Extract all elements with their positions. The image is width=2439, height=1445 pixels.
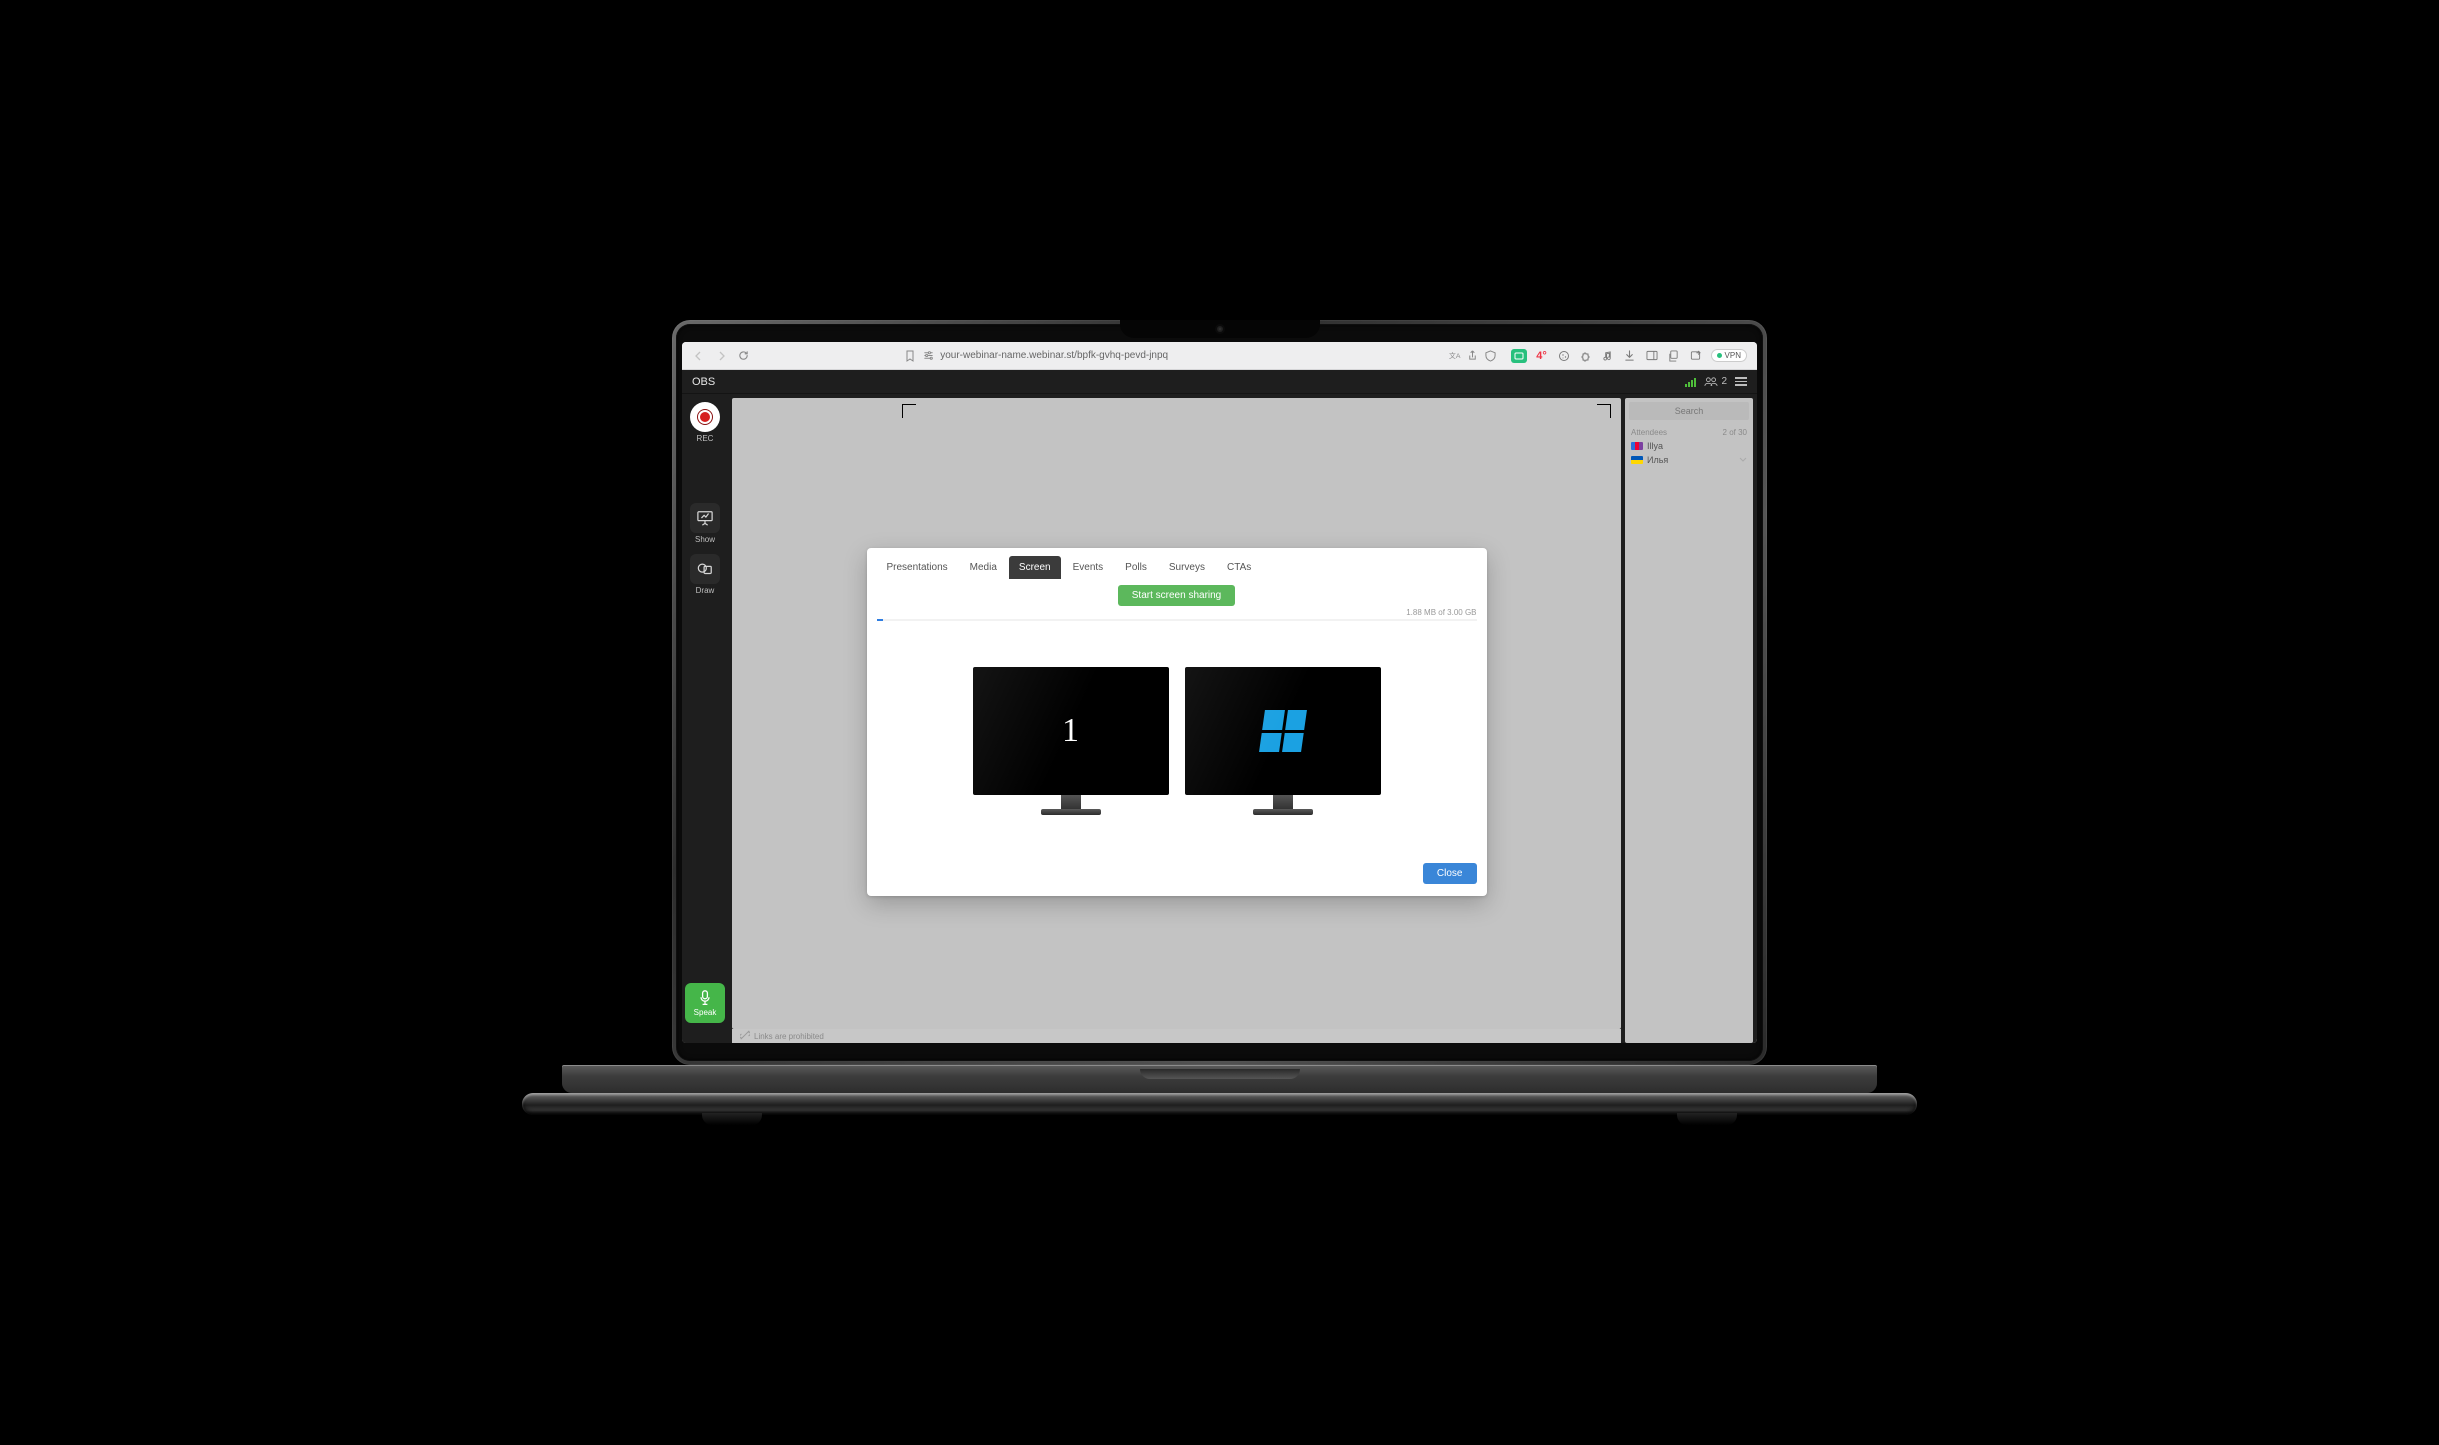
tab-polls[interactable]: Polls <box>1115 556 1157 579</box>
attendees-label: Attendees <box>1631 428 1667 437</box>
left-rail: REC Show <box>682 394 728 1043</box>
monitor-1-label: 1 <box>1062 712 1079 750</box>
app-header: OBS 2 <box>682 370 1757 394</box>
music-note-icon[interactable] <box>1601 349 1615 363</box>
laptop-hinge <box>562 1065 1877 1093</box>
attendee-name: Илья <box>1647 455 1668 465</box>
attendee-name: Illya <box>1647 441 1663 451</box>
laptop-frame: your-webinar-name.webinar.st/bpfk-gvhq-p… <box>672 320 1767 1125</box>
attendees-count: 2 of 30 <box>1723 428 1747 437</box>
modal-tabs: Presentations Media Screen Events Polls … <box>867 548 1487 579</box>
extension-green-icon[interactable] <box>1511 349 1527 363</box>
attendee-row[interactable]: Illya <box>1625 439 1753 453</box>
speak-button[interactable]: Speak <box>685 983 725 1023</box>
webinar-app: OBS 2 <box>682 370 1757 1043</box>
windows-logo-icon <box>1259 710 1307 752</box>
new-tab-icon[interactable] <box>1689 349 1703 363</box>
draw-button[interactable]: Draw <box>687 554 723 595</box>
webcam-icon <box>1217 326 1223 332</box>
menu-button[interactable] <box>1735 377 1747 386</box>
show-button[interactable]: Show <box>687 503 723 544</box>
app-title: OBS <box>692 376 715 388</box>
tab-presentations[interactable]: Presentations <box>877 556 958 579</box>
translate-icon[interactable]: 文A <box>1449 350 1461 362</box>
flag-icon <box>1631 456 1643 464</box>
shapes-icon <box>690 554 720 584</box>
nav-back-button[interactable] <box>692 351 706 361</box>
site-settings-icon[interactable] <box>922 350 934 362</box>
screen: your-webinar-name.webinar.st/bpfk-gvhq-p… <box>682 342 1757 1043</box>
record-dot-icon <box>700 412 710 422</box>
start-screen-sharing-button[interactable]: Start screen sharing <box>1118 585 1236 606</box>
storage-bar <box>877 619 1477 621</box>
browser-actions: 4° <box>1511 349 1747 363</box>
presentation-stage: Presentations Media Screen Events Polls … <box>732 398 1621 1029</box>
nav-forward-button[interactable] <box>714 351 728 361</box>
weather-badge[interactable]: 4° <box>1535 349 1549 363</box>
download-icon[interactable] <box>1623 349 1637 363</box>
reload-button[interactable] <box>736 350 750 361</box>
attendees-panel: Search Attendees 2 of 30 Illya <box>1625 398 1753 1043</box>
sidebar-toggle-icon[interactable] <box>1645 349 1659 363</box>
extension-cookie-icon[interactable] <box>1557 349 1571 363</box>
tab-ctas[interactable]: CTAs <box>1217 556 1261 579</box>
record-button[interactable]: REC <box>687 402 723 443</box>
shield-icon[interactable] <box>1485 350 1497 362</box>
address-bar[interactable]: your-webinar-name.webinar.st/bpfk-gvhq-p… <box>758 350 1503 362</box>
url-text: your-webinar-name.webinar.st/bpfk-gvhq-p… <box>940 350 1168 361</box>
attendee-row[interactable]: Илья <box>1625 453 1753 467</box>
crop-mark-icon <box>1597 404 1611 418</box>
copy-icon[interactable] <box>1667 349 1681 363</box>
crop-mark-icon <box>902 404 916 418</box>
monitor-option-2[interactable] <box>1185 667 1381 815</box>
attendee-count[interactable]: 2 <box>1704 376 1727 387</box>
extensions-puzzle-icon[interactable] <box>1579 349 1593 363</box>
flag-icon <box>1631 442 1643 450</box>
monitor-option-1[interactable]: 1 <box>973 667 1169 815</box>
share-icon[interactable] <box>1467 350 1479 362</box>
storage-bar-fill <box>877 619 883 621</box>
tab-events[interactable]: Events <box>1063 556 1114 579</box>
storage-usage-text: 1.88 MB of 3.00 GB <box>1406 608 1476 617</box>
presentation-icon <box>690 503 720 533</box>
chevron-down-icon[interactable] <box>1739 455 1747 465</box>
tab-screen[interactable]: Screen <box>1009 556 1061 579</box>
vpn-badge[interactable]: VPN <box>1711 349 1747 362</box>
bookmark-icon[interactable] <box>904 350 916 362</box>
search-input[interactable]: Search <box>1629 402 1749 420</box>
svg-text:文A: 文A <box>1449 351 1461 360</box>
laptop-feet <box>702 1113 1737 1125</box>
close-button[interactable]: Close <box>1423 863 1477 884</box>
tab-surveys[interactable]: Surveys <box>1159 556 1215 579</box>
tab-media[interactable]: Media <box>960 556 1007 579</box>
status-text: Links are prohibited <box>754 1032 824 1041</box>
link-disabled-icon <box>740 1030 750 1042</box>
microphone-icon <box>698 990 712 1006</box>
laptop-base <box>522 1093 1917 1115</box>
browser-toolbar: your-webinar-name.webinar.st/bpfk-gvhq-p… <box>682 342 1757 370</box>
status-bar: Links are prohibited <box>732 1029 1621 1043</box>
laptop-notch <box>1120 320 1320 338</box>
signal-bars-icon <box>1685 377 1696 387</box>
share-modal: Presentations Media Screen Events Polls … <box>867 548 1487 896</box>
